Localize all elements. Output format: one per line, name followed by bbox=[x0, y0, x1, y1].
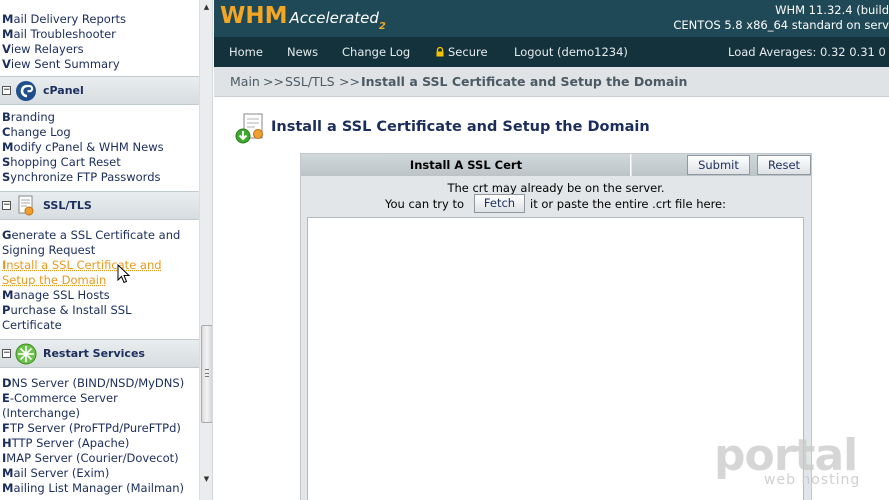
sidebar-section-restart-services[interactable]: − Restart Services bbox=[0, 339, 199, 368]
sidebar-scrollbar[interactable]: ▲ ▼ bbox=[199, 0, 213, 500]
sidebar-link-restart-http[interactable]: HTTP Server (Apache) bbox=[2, 436, 196, 451]
sidebar-link-restart-ftp[interactable]: FTP Server (ProFTPd/PureFTPd) bbox=[2, 421, 196, 436]
watermark: portal web hosting bbox=[706, 430, 866, 492]
collapse-toggle-icon[interactable]: − bbox=[2, 86, 11, 95]
breadcrumb-separator: >> bbox=[263, 74, 284, 89]
sidebar-link-restart-ecommerce[interactable]: E-Commerce Server bbox=[2, 391, 196, 406]
scrollbar-thumb[interactable] bbox=[201, 325, 213, 423]
mouse-pointer-icon bbox=[117, 264, 131, 284]
sidebar-link-change-log[interactable]: Change Log bbox=[2, 125, 196, 140]
sidebar-link-shopping-cart-reset[interactable]: Shopping Cart Reset bbox=[2, 155, 196, 170]
collapse-toggle-icon[interactable]: − bbox=[2, 201, 11, 210]
server-version-info: WHM 11.32.4 (build CENTOS 5.8 x86_64 sta… bbox=[619, 3, 889, 33]
nav-secure[interactable]: Secure bbox=[435, 45, 488, 59]
top-header: WHM Accelerated2 WHM 11.32.4 (build CENTO… bbox=[214, 0, 889, 37]
sidebar-link-mail-troubleshooter[interactable]: Mail Troubleshooter bbox=[2, 27, 196, 42]
scroll-up-arrow-icon[interactable]: ▲ bbox=[200, 0, 213, 14]
sidebar-link-branding[interactable]: Branding bbox=[2, 110, 196, 125]
sidebar-link-sync-ftp-passwords[interactable]: Synchronize FTP Passwords bbox=[2, 170, 196, 185]
sidebar-section-title: SSL/TLS bbox=[43, 199, 92, 212]
nav-change-log[interactable]: Change Log bbox=[342, 45, 410, 59]
breadcrumb-main[interactable]: Main bbox=[230, 74, 260, 89]
sidebar-link-generate-ssl-csr[interactable]: Generate a SSL Certificate and bbox=[2, 228, 196, 243]
fetch-button[interactable]: Fetch bbox=[474, 194, 525, 213]
os-line: CENTOS 5.8 x86_64 standard on serv bbox=[619, 18, 889, 33]
scroll-down-arrow-icon[interactable]: ▼ bbox=[200, 472, 213, 486]
collapse-toggle-icon[interactable]: − bbox=[2, 349, 11, 358]
lock-icon bbox=[435, 47, 445, 57]
nav-home[interactable]: Home bbox=[229, 45, 263, 59]
sidebar-link-install-ssl[interactable]: Install a SSL Certificate and bbox=[2, 258, 196, 273]
watermark-tagline: web hosting bbox=[764, 472, 860, 488]
info-message: The crt may already be on the server. bbox=[301, 181, 811, 195]
sidebar-section-ssl-tls[interactable]: − SSL/TLS bbox=[0, 191, 199, 220]
top-nav: Home News Change Log Secure Logout (demo… bbox=[214, 37, 889, 67]
breadcrumb-ssl-tls[interactable]: SSL/TLS bbox=[285, 74, 335, 89]
nav-secure-label: Secure bbox=[448, 45, 488, 59]
sidebar-link-restart-mail[interactable]: Mail Server (Exim) bbox=[2, 466, 196, 481]
page-title: Install a SSL Certificate and Setup the … bbox=[271, 119, 650, 135]
sidebar: Mail Delivery Reports Mail Troubleshoote… bbox=[0, 0, 213, 500]
install-certificate-icon bbox=[234, 111, 268, 145]
form-heading: Install A SSL Cert bbox=[301, 158, 631, 172]
sidebar-section-title: cPanel bbox=[43, 84, 84, 97]
restart-services-icon bbox=[14, 342, 38, 366]
breadcrumb-separator: >> bbox=[339, 74, 360, 89]
load-averages: Load Averages: 0.32 0.31 0 bbox=[728, 45, 886, 59]
sidebar-link-generate-ssl-csr-cont[interactable]: Signing Request bbox=[2, 243, 196, 258]
sidebar-section-title: Restart Services bbox=[43, 347, 145, 360]
sidebar-link-restart-imap[interactable]: IMAP Server (Courier/Dovecot) bbox=[2, 451, 196, 466]
sidebar-link-purchase-ssl[interactable]: Purchase & Install SSL bbox=[2, 303, 196, 318]
nav-news[interactable]: News bbox=[287, 45, 318, 59]
sidebar-link-manage-ssl-hosts[interactable]: Manage SSL Hosts bbox=[2, 288, 196, 303]
sidebar-link-mail-delivery-reports[interactable]: Mail Delivery Reports bbox=[2, 12, 196, 27]
sidebar-section-cpanel[interactable]: − cPanel bbox=[0, 76, 199, 105]
sidebar-link-view-relayers[interactable]: View Relayers bbox=[2, 42, 196, 57]
cpanel-icon bbox=[14, 79, 38, 103]
sidebar-link-purchase-ssl-cont[interactable]: Certificate bbox=[2, 318, 196, 333]
whm-logo: WHM Accelerated2 bbox=[220, 3, 386, 33]
fetch-prompt-text: You can try to bbox=[385, 197, 464, 211]
breadcrumb-current: Install a SSL Certificate and Setup the … bbox=[361, 74, 687, 89]
sidebar-link-restart-ecommerce-cont[interactable]: (Interchange) bbox=[2, 406, 196, 421]
sidebar-link-restart-dns[interactable]: DNS Server (BIND/NSD/MyDNS) bbox=[2, 376, 196, 391]
sidebar-link-install-ssl-cont[interactable]: Setup the Domain bbox=[2, 273, 196, 288]
certificate-icon bbox=[14, 194, 38, 218]
form-header: Install A SSL Cert bbox=[301, 154, 631, 176]
reset-button[interactable]: Reset bbox=[757, 155, 811, 175]
version-line: WHM 11.32.4 (build bbox=[619, 3, 889, 18]
nav-logout[interactable]: Logout (demo1234) bbox=[514, 45, 628, 59]
sidebar-link-modify-news[interactable]: Modify cPanel & WHM News bbox=[2, 140, 196, 155]
sidebar-link-view-sent-summary[interactable]: View Sent Summary bbox=[2, 57, 196, 72]
sidebar-link-restart-mailman[interactable]: Mailing List Manager (Mailman) bbox=[2, 481, 196, 496]
breadcrumb: Main >> SSL/TLS >> Install a SSL Certifi… bbox=[214, 67, 889, 97]
submit-button[interactable]: Submit bbox=[687, 155, 750, 175]
paste-prompt-text: it or paste the entire .crt file here: bbox=[530, 197, 726, 211]
